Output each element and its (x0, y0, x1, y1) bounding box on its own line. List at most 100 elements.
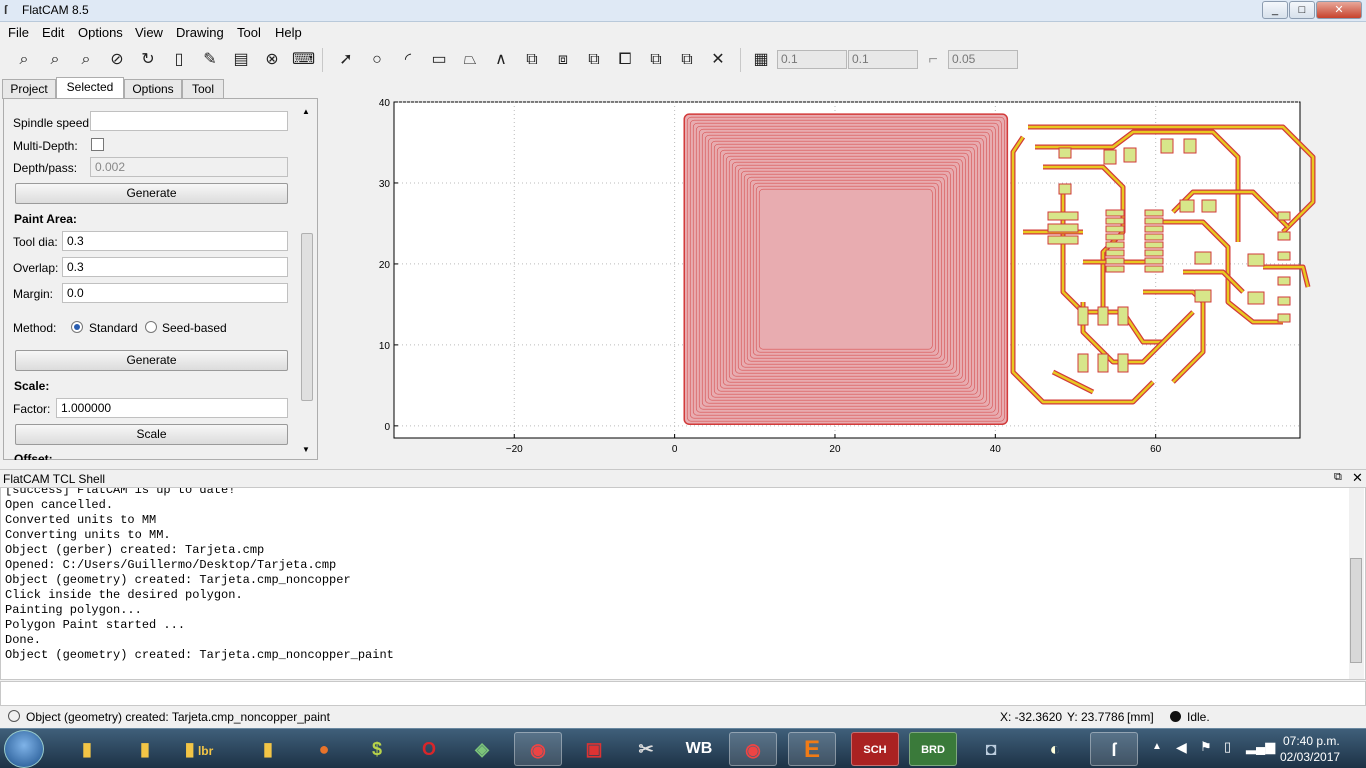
path-icon[interactable]: ∧ (490, 49, 512, 71)
scale-button[interactable]: Scale (15, 424, 288, 445)
tab-options[interactable]: Options (124, 79, 182, 99)
clock-date[interactable]: 02/03/2017 (1280, 750, 1340, 764)
menu-drawing[interactable]: Drawing (176, 25, 224, 40)
grid-y-input[interactable]: 0.1 (848, 50, 918, 69)
float-dock-icon[interactable]: ⧉ (1334, 471, 1342, 484)
taskbar-cube-icon[interactable]: ◈ (458, 732, 506, 766)
union-icon[interactable]: ⧉ (521, 49, 543, 71)
plot-area[interactable]: −20 0 20 40 60 0 10 20 30 40 (323, 92, 1366, 464)
spindle-speed-label: Spindle speed: (13, 116, 93, 130)
shell-scrollbar[interactable] (1349, 488, 1364, 679)
method-standard-radio[interactable] (71, 321, 83, 333)
arc-icon[interactable]: ◜ (397, 49, 419, 71)
taskbar-folder-icon[interactable]: ▮ (63, 732, 111, 766)
generate-cnc-button[interactable]: Generate (15, 183, 288, 204)
overlap-input[interactable]: 0.3 (62, 257, 288, 277)
generate-paint-button[interactable]: Generate (15, 350, 288, 371)
factor-input[interactable]: 1.000000 (56, 398, 288, 418)
maximize-button[interactable]: □ (1289, 1, 1315, 19)
volume-icon[interactable]: ◀ (1176, 739, 1187, 756)
clear-plot-icon[interactable]: ⊘ (106, 49, 128, 71)
taskbar-firefox-icon[interactable]: ● (300, 732, 348, 766)
taskbar-paint-app-icon[interactable]: ✂ (622, 732, 670, 766)
polygon-icon[interactable]: ⏢ (459, 49, 481, 71)
component-pad (1277, 313, 1291, 323)
tool-dia-input[interactable]: 0.3 (62, 231, 288, 251)
shell-title: FlatCAM TCL Shell (3, 472, 106, 486)
taskbar-folder-icon[interactable]: ▮ (121, 732, 169, 766)
depth-pass-input[interactable]: 0.002 (90, 157, 288, 177)
shell-output: [success] FlatCAM is up to date! Open can… (0, 487, 1366, 680)
minimize-button[interactable]: _ (1262, 1, 1288, 19)
move-icon[interactable]: ⧉ (676, 49, 698, 71)
taskbar-folder-icon[interactable]: ▮ (244, 732, 292, 766)
cut-path-icon[interactable]: ⧠ (614, 49, 636, 71)
scroll-down-icon[interactable]: ▼ (302, 445, 310, 454)
grid-x-input[interactable]: 0.1 (777, 50, 847, 69)
multi-depth-checkbox[interactable] (91, 138, 104, 151)
circle-icon[interactable]: ○ (366, 49, 388, 71)
taskbar-eagle-icon[interactable]: E (788, 732, 836, 766)
delete-shape-icon[interactable]: ✕ (707, 49, 729, 71)
taskbar-sch-icon[interactable]: SCH (851, 732, 899, 766)
new-geometry-icon[interactable]: ▯ (168, 49, 190, 71)
taskbar-s-app-icon[interactable]: $ (353, 732, 401, 766)
shell-command-input[interactable] (0, 681, 1366, 706)
network-signal-icon[interactable]: ▂▄▆ (1246, 739, 1275, 755)
clock-time[interactable]: 07:40 p.m. (1283, 734, 1340, 748)
spindle-speed-input[interactable] (90, 111, 288, 131)
menu-tool[interactable]: Tool (237, 25, 261, 40)
rectangle-icon[interactable]: ▭ (428, 49, 450, 71)
method-seed-radio[interactable] (145, 321, 157, 333)
copy-icon[interactable]: ⧉ (645, 49, 667, 71)
taskbar-brd-icon[interactable]: BRD (909, 732, 957, 766)
taskbar-chrome-icon[interactable]: ◉ (729, 732, 777, 766)
taskbar-chrome-icon[interactable]: ◉ (514, 732, 562, 766)
shell-icon[interactable]: ⌨ (292, 49, 315, 71)
taskbar-opera-icon[interactable]: O (405, 732, 453, 766)
zoom-out-icon[interactable]: ⌕ (75, 49, 97, 71)
taskbar-camera-icon[interactable]: ◘ (967, 732, 1015, 766)
menu-edit[interactable]: Edit (42, 25, 64, 40)
margin-input[interactable]: 0.0 (62, 283, 288, 303)
action-center-flag-icon[interactable]: ⚑ (1200, 739, 1212, 755)
snap-corner-icon[interactable]: ⌐ (922, 49, 944, 71)
menu-options[interactable]: Options (78, 25, 123, 40)
replot-icon[interactable]: ↻ (137, 49, 159, 71)
snap-grid-icon[interactable]: ▦ (750, 49, 772, 71)
select-arrow-icon[interactable]: ➚ (335, 49, 357, 71)
snap-max-input[interactable]: 0.05 (948, 50, 1018, 69)
tray-expand-icon[interactable]: ▲ (1152, 741, 1162, 752)
plot-canvas[interactable]: −20 0 20 40 60 0 10 20 30 40 (323, 92, 1366, 464)
window-title: FlatCAM 8.5 (22, 3, 89, 17)
start-button[interactable] (4, 730, 44, 768)
status-x-coord: X: -32.3620 (1000, 710, 1063, 724)
taskbar-flag-app-icon[interactable]: ▣ (570, 732, 618, 766)
update-geometry-icon[interactable]: ▤ (230, 49, 252, 71)
x-tick-label: 60 (1150, 444, 1162, 455)
tab-selected[interactable]: Selected (56, 77, 124, 99)
intersection-icon[interactable]: ⧈ (552, 49, 574, 71)
panel-scrollbar[interactable]: ▲ ▼ (300, 105, 314, 455)
subtract-icon[interactable]: ⧉ (583, 49, 605, 71)
menu-view[interactable]: View (135, 25, 163, 40)
zoom-in-icon[interactable]: ⌕ (44, 49, 66, 71)
battery-icon[interactable]: ▯ (1224, 739, 1231, 755)
menu-file[interactable]: File (8, 25, 29, 40)
close-button[interactable]: ✕ (1316, 1, 1362, 19)
taskbar-wb-app-icon[interactable]: WB (675, 732, 723, 766)
scroll-thumb[interactable] (301, 233, 313, 401)
taskbar-flatcam-icon[interactable]: ſ (1090, 732, 1138, 766)
taskbar-lbr-folder-icon[interactable]: ▮ lbr (175, 732, 223, 766)
edit-geometry-icon[interactable]: ✎ (199, 49, 221, 71)
menu-help[interactable]: Help (275, 25, 302, 40)
method-seed-label: Seed-based (162, 321, 227, 335)
scroll-up-icon[interactable]: ▲ (302, 107, 310, 116)
zoom-fit-icon[interactable]: ⌕ (13, 49, 35, 71)
taskbar-palette-icon[interactable]: ◐ (1031, 732, 1079, 766)
close-dock-icon[interactable]: ✕ (1352, 470, 1363, 486)
shell-scroll-thumb[interactable] (1350, 558, 1362, 663)
delete-object-icon[interactable]: ⊗ (261, 49, 283, 71)
tab-project[interactable]: Project (2, 79, 56, 99)
tab-tool[interactable]: Tool (182, 79, 224, 99)
